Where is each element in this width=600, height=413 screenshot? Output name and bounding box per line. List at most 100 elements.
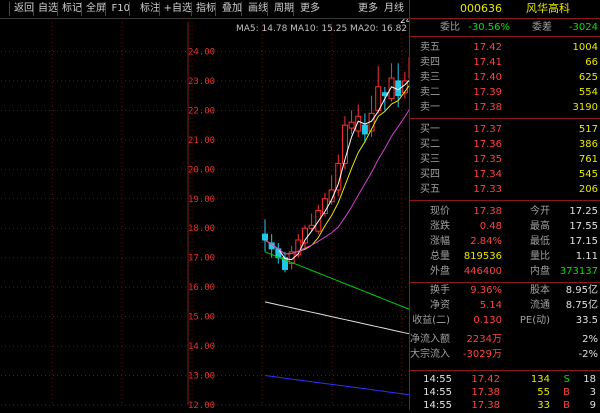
quote-label1-text: 换手 (430, 283, 450, 298)
buy-price: 17.35 (473, 152, 502, 167)
toolbar-item-9[interactable]: 画线 (241, 2, 270, 16)
candle-body (356, 116, 361, 131)
sell-vol-text: 66 (585, 55, 598, 70)
y-tick-label: 13.00 (188, 372, 215, 382)
buy-row-2: 买二17.36386 (410, 137, 600, 152)
quote-label2: 最高 (530, 219, 550, 234)
buy-price-text: 17.35 (473, 152, 502, 167)
quote-value2: 33.5 (576, 313, 598, 328)
quote-value1-text: 9.36% (470, 283, 502, 298)
sell-vol-text: 3190 (573, 100, 598, 115)
buy-price-text: 17.34 (473, 167, 502, 182)
y-tick-label: 23.00 (188, 77, 215, 87)
toolbar-item-10[interactable]: 周期 (267, 2, 296, 16)
quote-row-7: 收益(二)0.130PE(动)33.5 (410, 313, 600, 328)
quote-label1: 涨幅 (430, 234, 450, 249)
quote-label2: 内盘 (530, 264, 550, 279)
toolbar-item-label: 标记 (62, 2, 82, 16)
quote-value1-text: 446400 (464, 264, 502, 279)
buy-vol: 545 (579, 167, 598, 182)
quote-label2-text: 最高 (530, 219, 550, 234)
toolbar-item-label: F10 (112, 2, 130, 16)
toolbar-item-1[interactable]: 自选 (33, 2, 60, 16)
sep-5 (410, 370, 600, 371)
quote-value1: 17.38 (473, 204, 502, 219)
buy-vol-text: 386 (579, 137, 598, 152)
toolbar-right-label: 更多 (358, 2, 378, 16)
buy-label: 买二 (420, 137, 440, 152)
quote-value2: 17.25 (569, 204, 598, 219)
quote-value2-text: 17.25 (569, 204, 598, 219)
quote-label1-text: 大宗流入 (410, 347, 450, 362)
y-tick-label: 15.00 (188, 313, 215, 323)
toolbar-item-6[interactable]: +自选 (159, 2, 194, 16)
quote-label2-text: PE(动) (520, 313, 550, 328)
buy-vol-text: 761 (579, 152, 598, 167)
toolbar-right-item-1[interactable]: 更多 (352, 2, 380, 16)
quote-value2-text: 17.15 (569, 234, 598, 249)
toolbar-item-11[interactable]: 更多 (293, 2, 322, 16)
quote-value1-text: 0.48 (480, 219, 502, 234)
quote-value2: 8.75亿 (566, 298, 598, 313)
quote-label1: 净流入额 (410, 332, 450, 347)
buy-price: 17.34 (473, 167, 502, 182)
sell-price: 17.42 (473, 40, 502, 55)
stock-code: 000636 (460, 0, 502, 18)
buy-vol-text: 517 (579, 122, 598, 137)
toolbar-item-label: 指标 (196, 2, 216, 16)
quote-value1: 5.14 (480, 298, 502, 313)
sell-row-1: 卖一17.383190 (410, 100, 600, 115)
toolbar-item-7[interactable]: 指标 (191, 2, 218, 16)
buy-price: 17.37 (473, 122, 502, 137)
buy-label: 买四 (420, 167, 440, 182)
buy-price-text: 17.33 (473, 182, 502, 197)
toolbar-item-4[interactable]: F10 (105, 2, 132, 16)
y-tick-label: 21.00 (188, 136, 215, 146)
candle-body (362, 125, 367, 134)
tick-dir: B (563, 398, 570, 413)
quote-row-3: 总量819536量比1.11 (410, 249, 600, 264)
y-tick-label: 24.00 (188, 47, 215, 57)
toolbar-item-2[interactable]: 标记 (57, 2, 84, 16)
buy-label-text: 买三 (420, 152, 440, 167)
quote-value2-text: -2% (579, 347, 598, 362)
toolbar-item-5[interactable]: 标注 (129, 2, 162, 16)
quote-label1: 大宗流入 (410, 347, 450, 362)
buy-row-4: 买四 17.34 545 (410, 167, 600, 182)
buy-row-3: 买三 17.35 761 (410, 152, 600, 167)
sell-label: 卖一 (420, 100, 440, 115)
sell-label: 卖五 (420, 40, 440, 55)
quote-label1-text: 总量 (430, 249, 450, 264)
toolbar-item-label: 周期 (274, 2, 294, 16)
sep-2 (410, 118, 600, 119)
buy-label-text: 买一 (420, 122, 440, 137)
quote-value2: 373137 (560, 264, 598, 279)
toolbar-item-8[interactable]: 叠加 (215, 2, 244, 16)
tick-vol-text: 33 (537, 398, 550, 413)
buy-label: 买五 (420, 182, 440, 197)
toolbar-item-label: 更多 (300, 2, 320, 16)
weibi-label-text: 委比 (440, 20, 460, 35)
quote-row-6: 净资5.14流通8.75亿 (410, 298, 600, 313)
quote-label1-text: 收益(二) (412, 313, 450, 328)
sell-label-text: 卖四 (420, 55, 440, 70)
sell-vol: 625 (579, 70, 598, 85)
screen: 24.0023.0022.0021.0020.0019.0018.0017.00… (0, 0, 600, 410)
quote-label2: 今开 (530, 204, 550, 219)
toolbar-right-item-0[interactable]: 月线 (378, 2, 406, 16)
weicha-value: -3024 (569, 20, 598, 35)
quote-row-0: 现价17.38今开17.25 (410, 204, 600, 219)
toolbar-item-3[interactable]: 全屏 (81, 2, 108, 16)
buy-vol-text: 545 (579, 167, 598, 182)
sell-label: 卖三 (420, 70, 440, 85)
quote-value1-text: 2234万 (467, 332, 502, 347)
buy-price: 17.33 (473, 182, 502, 197)
sell-price-text: 17.41 (473, 55, 502, 70)
weibi-value-text: -30.56% (468, 20, 510, 35)
quote-label2-text: 最低 (530, 234, 550, 249)
toolbar-item-0[interactable]: 返回 (9, 2, 36, 16)
toolbar-right-label: 月线 (384, 2, 404, 16)
weibi-row: 委比-30.56%委差-3024 (410, 20, 600, 35)
candle-body (376, 87, 381, 111)
sell-vol: 554 (579, 85, 598, 100)
